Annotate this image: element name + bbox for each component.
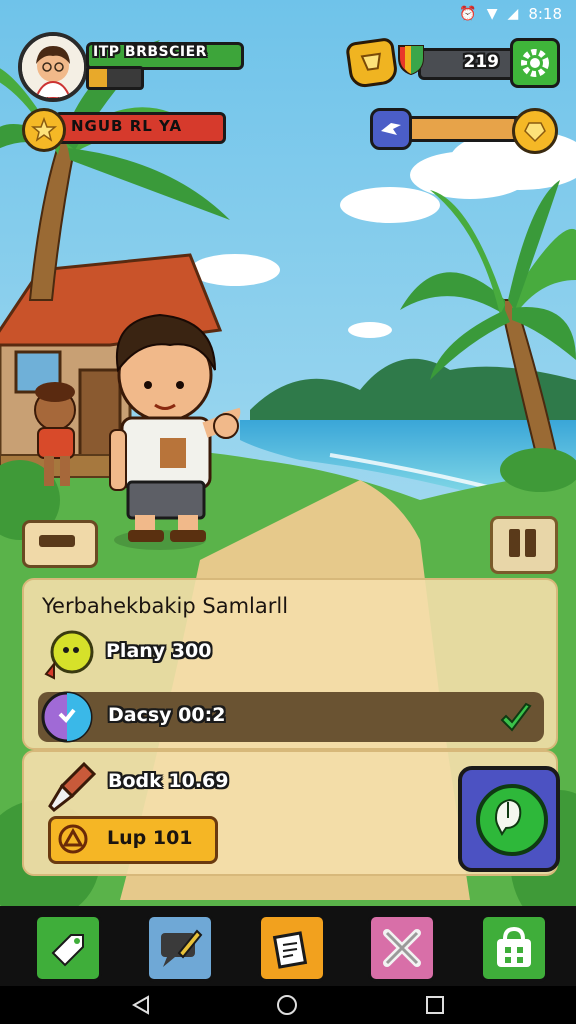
nav-tag-button[interactable] (34, 914, 102, 982)
timer-row[interactable]: Dacsy 00:2 (38, 691, 544, 743)
energy-progress-fill (405, 119, 514, 139)
chat-pencil-icon (161, 929, 203, 967)
row-dacsy-label: Dacsy 00:2 (108, 704, 226, 726)
energy-coin-icon (512, 108, 558, 154)
xp-progress-fill (89, 69, 108, 87)
star-coin-icon (22, 108, 66, 152)
panel-title: Yerbahekbakip Samlarll (42, 594, 289, 618)
energy-progress-bar (402, 116, 526, 142)
xp-progress-bar (86, 66, 144, 90)
nav-chat-button[interactable] (146, 914, 214, 982)
leaf-refresh-icon (476, 784, 548, 856)
play-action-button[interactable] (458, 766, 560, 872)
signal-icon: ◢ (507, 6, 519, 22)
settings-button[interactable] (510, 38, 560, 88)
upgrade-label: Lup 101 (107, 827, 193, 849)
gear-icon (521, 49, 549, 77)
book-label: Bodk 10.69 (108, 770, 229, 792)
clock-icon (41, 691, 93, 743)
gem-counter: 219 (418, 48, 518, 80)
nav-cards-button[interactable] (258, 914, 326, 982)
back-icon[interactable] (130, 994, 152, 1016)
tag-icon (51, 934, 84, 967)
system-navigation-bar (0, 986, 576, 1024)
smiley-icon (44, 630, 94, 680)
nav-shop-button[interactable] (480, 914, 548, 982)
title-banner: NGUB RL YA (54, 112, 226, 144)
chat-button[interactable] (22, 520, 98, 568)
avatar-portrait-icon (22, 36, 84, 98)
home-icon[interactable] (276, 994, 298, 1016)
check-icon (500, 702, 532, 732)
bird-badge-icon (370, 108, 412, 150)
upgrade-button[interactable]: Lup 101 (48, 816, 218, 864)
banner-title: NGUB RL YA (71, 117, 183, 135)
shop-bag-icon (497, 926, 531, 967)
nav-close-button[interactable] (368, 914, 436, 982)
close-x-icon (383, 929, 421, 967)
quest-panel: Yerbahekbakip Samlarll Plany 300 Dacsy 0… (22, 578, 558, 750)
bottom-navigation (0, 906, 576, 986)
gold-gem-icon (345, 36, 399, 90)
player-avatar[interactable] (18, 32, 88, 102)
wifi-icon: ▼ (486, 6, 498, 22)
status-time: 8:18 (528, 5, 562, 23)
recents-icon[interactable] (424, 994, 446, 1016)
pause-icon (525, 529, 536, 557)
cards-icon (272, 931, 308, 969)
pause-icon (509, 529, 520, 557)
triangle-badge-icon (58, 824, 88, 854)
gem-count: 219 (463, 52, 500, 72)
rainbow-shield-icon (398, 45, 424, 76)
dropper-icon (48, 761, 97, 812)
system-status-bar: ⏰ ▼ ◢ 8:18 (459, 4, 562, 24)
alarm-icon: ⏰ (459, 6, 477, 22)
player-name: ITP BRBSCIER (93, 44, 207, 60)
message-bar-icon (39, 535, 75, 547)
pause-button[interactable] (490, 516, 558, 574)
row-plany-label: Plany 300 (106, 640, 212, 662)
